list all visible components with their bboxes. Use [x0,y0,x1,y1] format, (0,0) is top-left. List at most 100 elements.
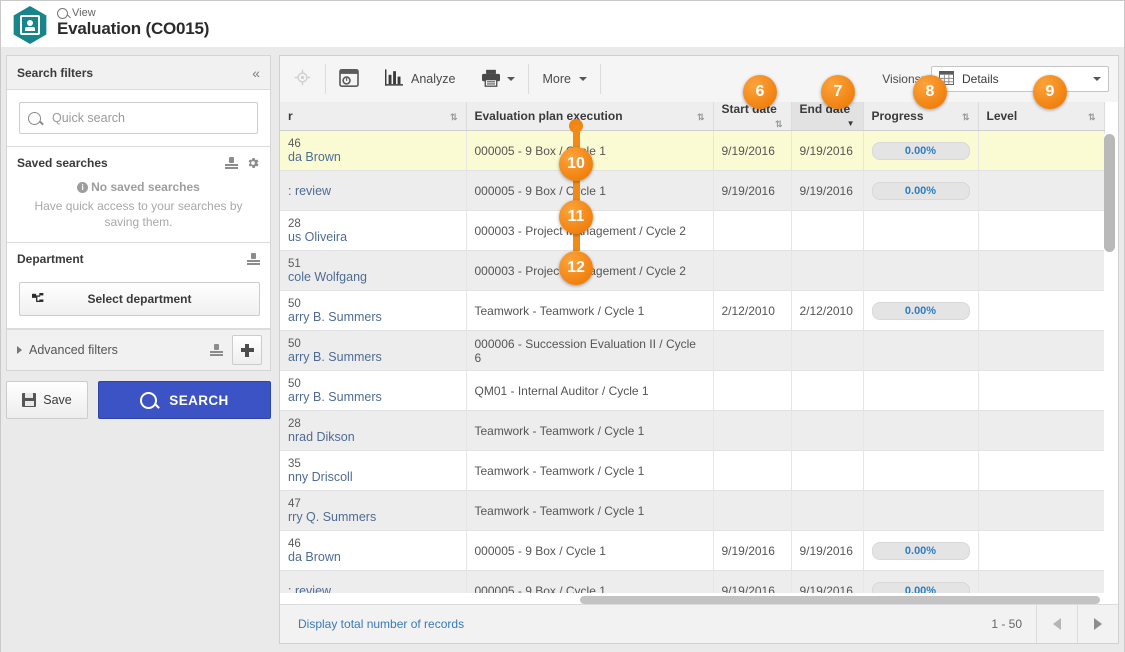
cell-level [978,210,1105,251]
table-row[interactable]: 35 nny Driscoll Teamwork - Teamwork / Cycl… [280,450,1105,491]
double-chevron-left-icon[interactable]: « [252,66,260,80]
sort-none-icon[interactable]: ⇅ [962,111,970,123]
callout-badge-6: 6 [743,75,777,109]
sort-desc-icon[interactable]: ▼ [847,118,855,130]
scrollbar-thumb[interactable] [580,596,1100,604]
cell-evaluation-plan-execution: Teamwork - Teamwork / Cycle 1 [466,290,714,331]
callout-badge-11: 11 [559,200,593,234]
caret-down-icon [507,77,516,81]
select-department-button[interactable]: Select department [19,282,260,317]
cell-evaluation-plan-execution: 000005 - 9 Box / Cycle 1 [466,530,714,571]
visions-select[interactable]: Details [931,66,1109,92]
table-row[interactable]: 50 arry B. Summers QM01 - Internal Auditor… [280,370,1105,411]
person-name: arry B. Summers [288,389,382,404]
table-row[interactable]: 46 da Brown 000005 - 9 Box / Cycle 1 9/19/2… [280,530,1105,571]
column-header-3[interactable]: End date ▼ [791,102,864,131]
more-label: More [542,72,571,86]
save-button[interactable]: Save [6,381,88,420]
person-name: arry B. Summers [288,349,382,364]
caret-down-icon [1093,77,1101,81]
person-id: 28 [288,417,301,430]
saved-searches-title: Saved searches [17,156,108,170]
advanced-filters-toggle[interactable]: Advanced filters [17,343,118,357]
cell-person: 46 da Brown [280,530,467,571]
report-button[interactable] [326,56,372,102]
print-button[interactable] [468,56,507,102]
callout-badge-9: 9 [1033,75,1067,109]
table-row[interactable]: 28 us Oliveira 000003 - Project Management… [280,210,1105,251]
cell-person: : review [280,170,467,211]
cell-level [978,410,1105,451]
column-header-label: Progress [871,109,924,123]
search-button[interactable]: SEARCH [98,381,271,420]
table-row[interactable]: 46 da Brown 000005 - 9 Box / Cycle 1 9/19/2… [280,130,1105,171]
person-id: 47 [288,497,301,510]
sort-none-icon[interactable]: ⇅ [775,118,783,130]
person-name: : review [288,183,332,198]
table-header-row: r ⇅ Evaluation plan execution ⇅ Start date ⇅ E… [280,102,1105,131]
cell-end-date [791,330,864,371]
cell-progress: 0.00% [863,530,979,571]
column-header-1[interactable]: Evaluation plan execution ⇅ [466,102,714,131]
search-icon [140,391,158,409]
department-title: Department [17,252,84,267]
person-name: nny Driscoll [288,469,353,484]
table-body: 46 da Brown 000005 - 9 Box / Cycle 1 9/19/2… [280,130,1105,607]
previous-page-button[interactable] [1036,605,1077,643]
cell-start-date [713,450,792,491]
table-row[interactable]: 28 nrad Dikson Teamwork - Teamwork / Cycle… [280,410,1105,451]
cell-end-date [791,370,864,411]
target-button[interactable] [280,56,325,102]
cell-end-date [791,450,864,491]
department-section: Department Select department [7,243,270,330]
person-id: 28 [288,217,301,230]
report-window-icon [339,68,359,90]
table-row[interactable]: 51 cole Wolfgang 000003 - Project Manageme… [280,250,1105,291]
caret-down-icon [578,77,587,81]
clear-filter-icon[interactable] [247,252,260,266]
display-total-records-link[interactable]: Display total number of records [298,617,464,631]
sort-none-icon[interactable]: ⇅ [697,111,705,123]
clear-filter-icon[interactable] [225,156,238,170]
analyze-label: Analyze [411,72,456,86]
quick-search-box[interactable] [19,102,258,134]
clear-filter-icon[interactable] [210,343,223,357]
next-page-button[interactable] [1077,605,1118,643]
analyze-button[interactable]: Analyze [372,56,468,102]
cell-start-date [713,250,792,291]
sort-none-icon[interactable]: ⇅ [1088,111,1096,123]
visions-value: Details [962,72,999,86]
page-body: Search filters « Saved searches [1,47,1124,652]
person-id: 50 [288,377,301,390]
scrollbar-thumb[interactable] [1104,134,1115,252]
record-range: 1 - 50 [991,617,1022,631]
progress-value: 0.00% [904,144,937,157]
search-filters-header: Search filters « [7,56,270,90]
cell-start-date [713,210,792,251]
cell-person: 50 arry B. Summers [280,370,467,411]
table-row[interactable]: 50 arry B. Summers 000006 - Succession Eva… [280,330,1105,371]
org-tree-icon [32,292,45,306]
person-name: da Brown [288,549,341,564]
search-input[interactable] [50,110,249,126]
more-menu-button[interactable]: More [529,56,599,102]
sidebar-actions: Save SEARCH [6,381,271,420]
table-vertical-scrollbar[interactable] [1104,134,1115,604]
cell-progress [863,330,979,371]
cell-level [978,530,1105,571]
triangle-left-icon [1053,618,1061,630]
progress-bar: 0.00% [871,141,970,160]
cell-start-date: 9/19/2016 [713,530,792,571]
add-filter-button[interactable] [232,335,262,366]
gear-icon[interactable] [246,156,260,170]
cell-progress [863,250,979,291]
cell-start-date [713,330,792,371]
cell-person: 47 rry Q. Summers [280,490,467,531]
column-header-0[interactable]: r ⇅ [280,102,467,131]
cell-person: 50 arry B. Summers [280,290,467,331]
table-row[interactable]: : review 000005 - 9 Box / Cycle 1 9/19/201… [280,170,1105,211]
sort-none-icon[interactable]: ⇅ [450,111,458,123]
table-row[interactable]: 50 arry B. Summers Teamwork - Teamwork / C… [280,290,1105,331]
print-dropdown-button[interactable] [507,56,528,102]
table-row[interactable]: 47 rry Q. Summers Teamwork - Teamwork / Cy… [280,490,1105,531]
